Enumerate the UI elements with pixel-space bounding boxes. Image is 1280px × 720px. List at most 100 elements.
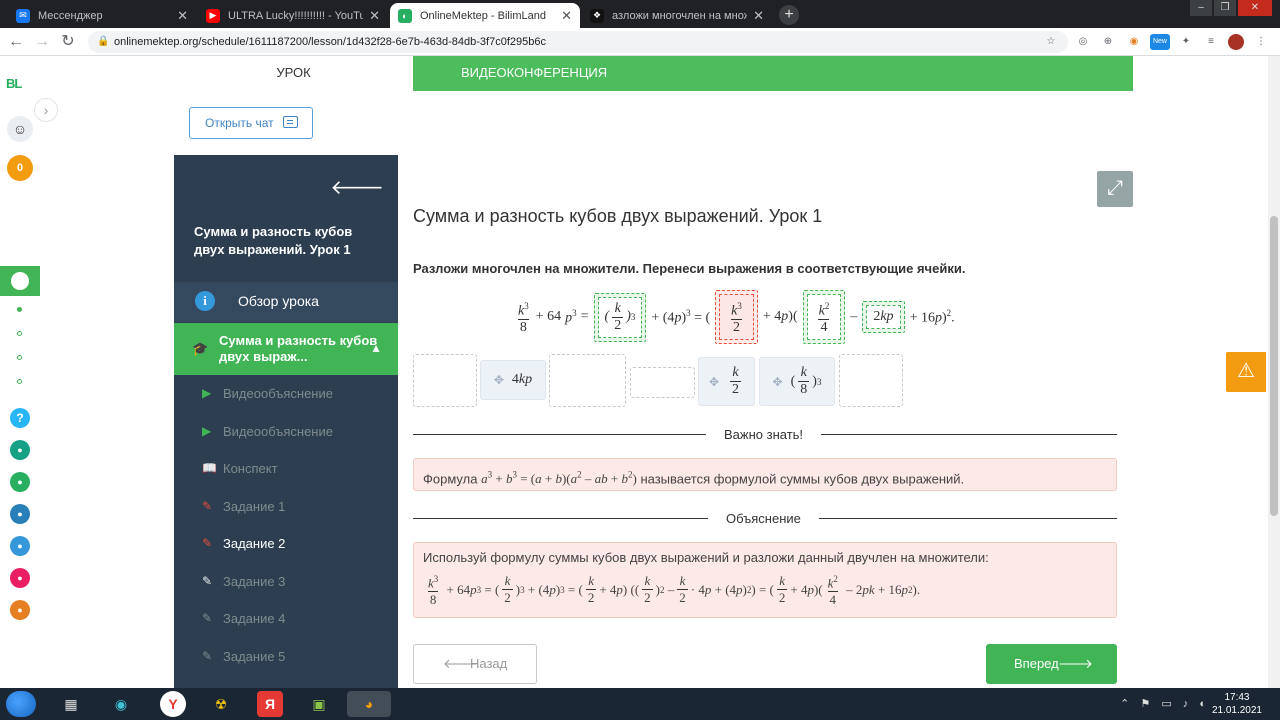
sidebar-item-label: Задание 3: [223, 573, 286, 589]
yandex-icon[interactable]: Я: [257, 691, 283, 717]
next-button[interactable]: Вперед 🡒: [986, 644, 1117, 684]
answer-chip-k-over-2[interactable]: ✥ k 2: [698, 357, 755, 406]
tab-title: азложи многочлен на множите: [612, 9, 747, 22]
bilimland-logo[interactable]: BL: [6, 76, 22, 91]
rail-dot[interactable]: [17, 355, 22, 360]
system-tray[interactable]: ⌃ ⚑ ▭ ♪ ◐: [1120, 697, 1210, 710]
page-scrollbar[interactable]: [1268, 56, 1280, 688]
browser-tab-search[interactable]: ❖ азложи многочлен на множите ✕: [582, 3, 772, 28]
sidebar-item-task-5[interactable]: ✎ Задание 5: [174, 637, 398, 675]
onlinemektep-icon: [11, 272, 29, 290]
browser-tab-youtube[interactable]: ▶ ULTRA Lucky!!!!!!!!!! - YouTube ✕: [198, 3, 388, 28]
user-avatar[interactable]: ☺: [7, 116, 33, 142]
messenger-icon: ✉: [16, 8, 30, 23]
system-clock[interactable]: 17:43 21.01.2021: [1212, 691, 1262, 717]
sidebar-item-overview[interactable]: i Обзор урока: [174, 282, 398, 322]
browser-tab-messenger[interactable]: ✉ Мессенджер ✕: [8, 3, 196, 28]
answer-bank-empty-slot[interactable]: [839, 354, 903, 407]
back-arrow-icon[interactable]: 🡐: [330, 175, 384, 200]
restore-icon[interactable]: ❐: [1214, 0, 1236, 16]
scrollbar-thumb[interactable]: [1270, 216, 1278, 516]
close-tab-icon[interactable]: ✕: [369, 8, 380, 24]
tab-lesson[interactable]: УРОК: [174, 56, 413, 91]
drop-slot-filled[interactable]: (k 2) 3: [593, 292, 647, 342]
star-icon[interactable]: ☆: [1043, 34, 1059, 50]
answer-bank-empty-slot[interactable]: [413, 354, 477, 407]
important-box: Формула a3 + b3 = (a + b)(a2 – ab + b2) …: [413, 458, 1117, 491]
new-badge-icon[interactable]: New: [1150, 34, 1170, 50]
answer-chip-4kp[interactable]: ✥ 4 kp: [480, 360, 546, 400]
window-close-icon[interactable]: ✕: [1238, 0, 1272, 16]
explanation-box: Используй формулу суммы кубов двух выраж…: [413, 542, 1117, 618]
arrow-left-icon: 🡐: [443, 656, 478, 671]
forward-arrow-icon[interactable]: →: [32, 32, 52, 52]
app-icon-1[interactable]: ●: [10, 440, 30, 460]
drop-slot-wrong[interactable]: k3 2: [715, 289, 758, 345]
app-icon-3[interactable]: ●: [10, 504, 30, 524]
chevron-up-icon[interactable]: ▲: [370, 340, 382, 356]
shield-extension-icon[interactable]: ◉: [1126, 34, 1142, 50]
answer-bank-empty-slot[interactable]: [630, 367, 695, 398]
puzzle-icon[interactable]: ✦: [1178, 34, 1194, 50]
rail-dot[interactable]: [17, 379, 22, 384]
sidebar-item-task-1[interactable]: ✎ Задание 1: [174, 487, 398, 525]
menu-dots-icon[interactable]: ⋮: [1253, 34, 1269, 50]
coins-badge[interactable]: 0: [7, 155, 33, 181]
sidebar-item-label: Задание 4: [223, 611, 286, 626]
reload-icon[interactable]: ↻: [58, 32, 78, 52]
zoom-icon[interactable]: ⊕: [1100, 34, 1116, 50]
back-arrow-icon[interactable]: ←: [6, 32, 26, 52]
rail-dot[interactable]: [17, 307, 22, 312]
report-problem-button[interactable]: ⚠: [1226, 352, 1266, 392]
drop-slot-filled[interactable]: 2 kp: [862, 301, 905, 333]
extension-icon[interactable]: ◎: [1075, 34, 1091, 50]
sidebar-item-task-2[interactable]: ✎ Задание 2: [174, 525, 398, 563]
close-tab-icon[interactable]: ✕: [561, 8, 572, 24]
rail-dot[interactable]: [17, 331, 22, 336]
radiation-app-icon[interactable]: ☢: [208, 691, 234, 717]
sidebar-section-current[interactable]: 🎓 Сумма и разность кубов двух выраж... ▲: [174, 323, 398, 375]
yandex-browser-icon[interactable]: Y: [160, 691, 186, 717]
lock-icon: 🔒: [97, 36, 110, 47]
browser-tab-onlinemektep[interactable]: ◐ OnlineMektep - BilimLand ✕: [390, 3, 580, 28]
url-field[interactable]: 🔒 onlinemektep.org/schedule/1611187200/l…: [88, 31, 1068, 53]
app-icon-5[interactable]: ●: [10, 568, 30, 588]
edit-icon: ✎: [202, 611, 213, 625]
chrome-icon[interactable]: ◕: [347, 691, 391, 717]
profile-avatar[interactable]: [1228, 34, 1244, 50]
start-button[interactable]: [6, 691, 36, 717]
media-control-icon[interactable]: ≡: [1203, 34, 1219, 50]
app-icon-6[interactable]: ●: [10, 600, 30, 620]
fullscreen-button[interactable]: ⤢: [1097, 171, 1133, 207]
minimize-icon[interactable]: –: [1190, 0, 1212, 16]
chevron-right-icon[interactable]: ›: [34, 98, 58, 122]
sidebar-item-task-3[interactable]: ✎ Задание 3: [174, 562, 398, 600]
help-icon[interactable]: ?: [10, 408, 30, 428]
sidebar-item-video-1[interactable]: ▶ Видеообъяснение: [174, 375, 398, 413]
explanation-label: Объяснение: [708, 511, 819, 526]
answer-chip-k-over-8-cubed[interactable]: ✥(k 8) 3: [759, 357, 835, 406]
edge-icon[interactable]: ◉: [108, 691, 134, 717]
sidebar-item-task-4[interactable]: ✎ Задание 4: [174, 600, 398, 638]
new-tab-button[interactable]: +: [779, 5, 799, 25]
app-window-icon[interactable]: ▣: [306, 691, 332, 717]
tab-title: ULTRA Lucky!!!!!!!!!! - YouTube: [228, 9, 364, 22]
sidebar-item-video-2[interactable]: ▶ Видеообъяснение: [174, 412, 398, 450]
open-chat-button[interactable]: Открыть чат: [189, 107, 313, 139]
formula-suffix: называется формулой суммы кубов двух выр…: [640, 471, 965, 487]
calculator-icon[interactable]: ▦: [58, 691, 84, 717]
tab-videoconference[interactable]: ВИДЕОКОНФЕРЕНЦИЯ: [413, 56, 1133, 91]
app-icon-2[interactable]: ●: [10, 472, 30, 492]
play-icon: ▶: [202, 423, 212, 438]
drop-slot-filled[interactable]: k2 4: [802, 289, 846, 345]
sidebar-item-label: Видеообъяснение: [223, 423, 333, 439]
answer-bank-empty-slot[interactable]: [549, 354, 626, 407]
youtube-icon: ▶: [206, 8, 220, 23]
close-tab-icon[interactable]: ✕: [177, 8, 188, 24]
edit-icon: ✎: [202, 648, 213, 663]
rail-item-onlinemektep[interactable]: [0, 266, 40, 296]
sidebar-item-notes[interactable]: 📖 Конспект: [174, 450, 398, 488]
app-icon-4[interactable]: ●: [10, 536, 30, 556]
back-button[interactable]: 🡐 Назад: [413, 644, 537, 684]
close-tab-icon[interactable]: ✕: [753, 8, 764, 24]
